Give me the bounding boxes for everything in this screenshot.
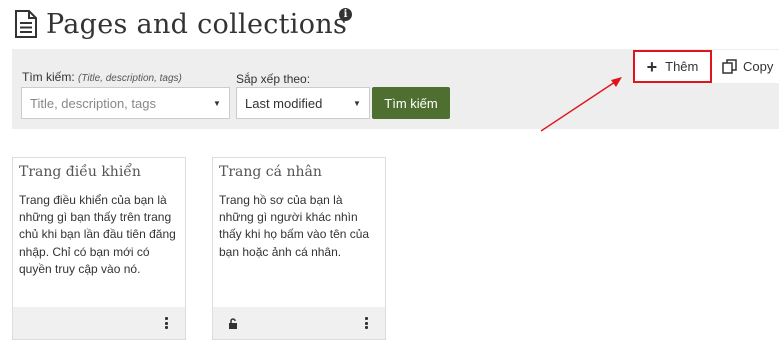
card-title[interactable]: Trang điều khiển (13, 158, 185, 184)
card-description: Trang hồ sơ của bạn là những gì người kh… (219, 193, 370, 259)
card-footer (13, 307, 185, 339)
unlock-icon (229, 318, 237, 329)
more-options-icon[interactable] (165, 317, 169, 331)
card-title[interactable]: Trang cá nhân (213, 158, 385, 184)
more-options-icon[interactable] (365, 317, 369, 331)
card-description: Trang điều khiển của bạn là những gì bạn… (19, 193, 176, 276)
card-dashboard[interactable]: Trang điều khiển Trang điều khiển của bạ… (12, 157, 186, 340)
card-profile[interactable]: Trang cá nhân Trang hồ sơ của bạn là nhữ… (212, 157, 386, 340)
card-footer (213, 307, 385, 339)
